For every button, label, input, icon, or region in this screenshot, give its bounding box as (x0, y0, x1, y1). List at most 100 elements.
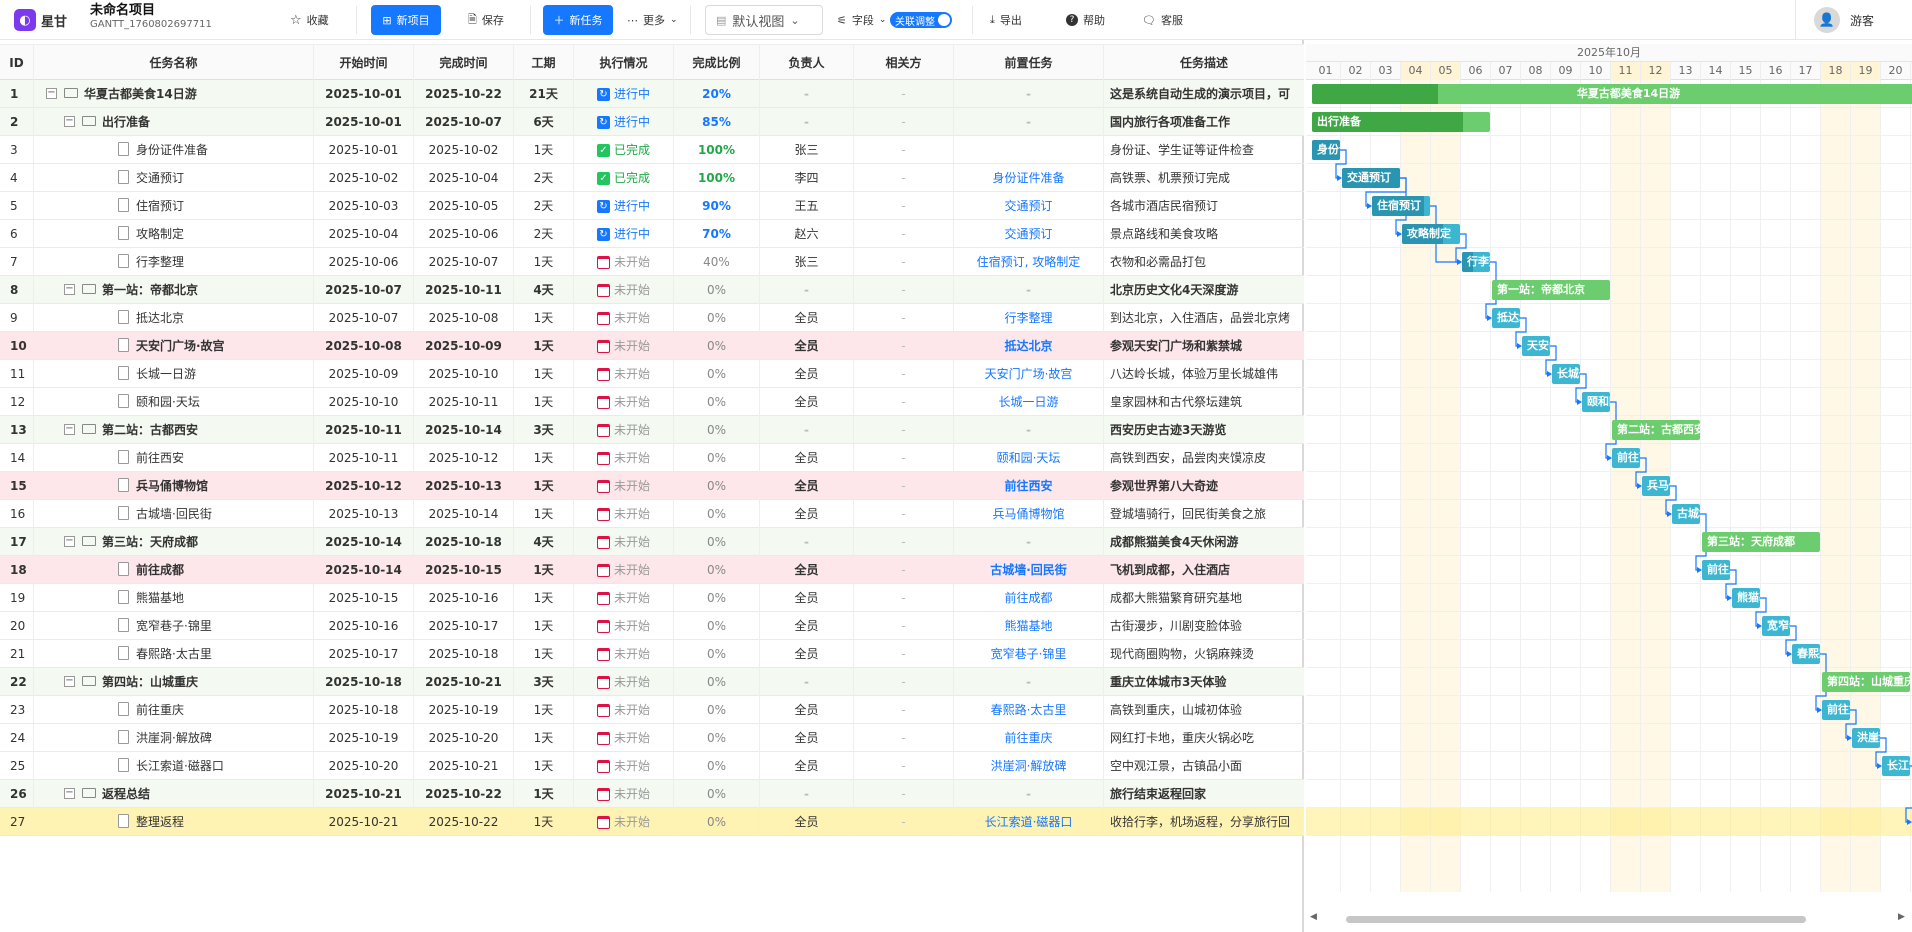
task-description[interactable]: 成都大熊猫繁育研究基地 (1104, 584, 1302, 612)
gantt-task-bar[interactable]: 住宿预订 (1372, 196, 1430, 216)
task-description[interactable]: 空中观江景，古镇品小面 (1104, 752, 1302, 780)
gantt-task-bar[interactable]: 前往重庆 (1822, 700, 1850, 720)
new-project-button[interactable]: ⊞ 新项目 (371, 5, 441, 35)
task-owner[interactable]: 王五 (760, 192, 854, 220)
task-predecessor[interactable]: - (954, 780, 1104, 808)
task-end[interactable]: 2025-10-15 (414, 556, 514, 584)
task-percent[interactable]: 85% (674, 108, 760, 136)
task-start[interactable]: 2025-10-01 (314, 136, 414, 164)
gantt-summary-bar[interactable]: 第二站：古都西安 (1612, 420, 1700, 440)
summary-task-row[interactable]: 8− 第一站：帝都北京 2025-10-07 2025-10-11 4天 未开始 0% - - -… (0, 276, 1304, 304)
task-name-cell[interactable]: 洪崖洞·解放碑 (34, 724, 314, 752)
task-row[interactable]: 27 整理返程 2025-10-21 2025-10-22 1天 未开始 0% 全员 - 长江索道… (0, 808, 1304, 836)
task-predecessor[interactable]: 兵马俑博物馆 (954, 500, 1104, 528)
task-start[interactable]: 2025-10-11 (314, 444, 414, 472)
col-header-name[interactable]: 任务名称 (34, 45, 314, 81)
summary-task-row[interactable]: 26− 返程总结 2025-10-21 2025-10-22 1天 未开始 0% - - - 旅行结… (0, 780, 1304, 808)
task-status[interactable]: 未开始 (574, 780, 674, 808)
summary-task-row[interactable]: 22− 第四站：山城重庆 2025-10-18 2025-10-21 3天 未开始 0% - -… (0, 668, 1304, 696)
task-duration[interactable]: 1天 (514, 248, 574, 276)
task-start[interactable]: 2025-10-07 (314, 304, 414, 332)
task-stakeholder[interactable]: - (854, 360, 954, 388)
task-end[interactable]: 2025-10-08 (414, 304, 514, 332)
task-status[interactable]: 未开始 (574, 472, 674, 500)
gantt-horizontal-scrollbar[interactable]: ◀ ▶ (1306, 912, 1912, 926)
task-predecessor[interactable]: 宽窄巷子·锦里 (954, 640, 1104, 668)
gantt-task-bar[interactable]: 长城一日游 (1552, 364, 1580, 384)
task-predecessor[interactable]: 前往重庆 (954, 724, 1104, 752)
task-name-cell[interactable]: − 华夏古都美食14日游 (34, 80, 314, 108)
task-description[interactable]: 参观天安门广场和紫禁城 (1104, 332, 1302, 360)
collapse-toggle-icon[interactable]: − (64, 676, 75, 687)
task-stakeholder[interactable]: - (854, 472, 954, 500)
task-duration[interactable]: 2天 (514, 164, 574, 192)
gantt-task-bar[interactable]: 颐和园·天坛 (1582, 392, 1610, 412)
gantt-task-bar[interactable]: 前往成都 (1702, 560, 1730, 580)
task-stakeholder[interactable]: - (854, 696, 954, 724)
new-task-button[interactable]: ＋ 新任务 (543, 5, 613, 35)
task-status[interactable]: 未开始 (574, 276, 674, 304)
task-row[interactable]: 12 颐和园·天坛 2025-10-10 2025-10-11 1天 未开始 0% 全员 - 长城… (0, 388, 1304, 416)
task-start[interactable]: 2025-10-13 (314, 500, 414, 528)
task-owner[interactable]: 全员 (760, 360, 854, 388)
task-stakeholder[interactable]: - (854, 612, 954, 640)
task-stakeholder[interactable]: - (854, 528, 954, 556)
gantt-task-bar[interactable]: 交通预订 (1342, 168, 1400, 188)
task-name-cell[interactable]: 颐和园·天坛 (34, 388, 314, 416)
task-name-cell[interactable]: 长城一日游 (34, 360, 314, 388)
collapse-toggle-icon[interactable]: − (64, 424, 75, 435)
collapse-toggle-icon[interactable]: − (64, 116, 75, 127)
task-predecessor[interactable]: 古城墙·回民街 (954, 556, 1104, 584)
task-end[interactable]: 2025-10-20 (414, 724, 514, 752)
task-stakeholder[interactable]: - (854, 220, 954, 248)
task-duration[interactable]: 1天 (514, 332, 574, 360)
task-name-cell[interactable]: 抵达北京 (34, 304, 314, 332)
task-description[interactable]: 景点路线和美食攻略 (1104, 220, 1302, 248)
task-owner[interactable]: - (760, 416, 854, 444)
task-row[interactable]: 10 天安门广场·故宫 2025-10-08 2025-10-09 1天 未开始 0% 全员 -… (0, 332, 1304, 360)
task-name-cell[interactable]: 宽窄巷子·锦里 (34, 612, 314, 640)
task-status[interactable]: 未开始 (574, 752, 674, 780)
task-row[interactable]: 19 熊猫基地 2025-10-15 2025-10-16 1天 未开始 0% 全员 - 前往成都… (0, 584, 1304, 612)
task-stakeholder[interactable]: - (854, 668, 954, 696)
task-predecessor[interactable]: 交通预订 (954, 192, 1104, 220)
task-predecessor[interactable]: 交通预订 (954, 220, 1104, 248)
collapse-toggle-icon[interactable]: − (64, 284, 75, 295)
task-duration[interactable]: 1天 (514, 388, 574, 416)
task-end[interactable]: 2025-10-06 (414, 220, 514, 248)
task-start[interactable]: 2025-10-14 (314, 528, 414, 556)
gantt-task-bar[interactable]: 天安门广场·故宫 (1522, 336, 1550, 356)
gantt-summary-bar[interactable]: 第三站：天府成都 (1702, 532, 1820, 552)
task-description[interactable]: 高铁票、机票预订完成 (1104, 164, 1302, 192)
task-row[interactable]: 15 兵马俑博物馆 2025-10-12 2025-10-13 1天 未开始 0% 全员 - 前往… (0, 472, 1304, 500)
task-row[interactable]: 3 身份证件准备 2025-10-01 2025-10-02 1天 ✓ 已完成 100% 张三 -… (0, 136, 1304, 164)
task-owner[interactable]: 张三 (760, 248, 854, 276)
scroll-right-icon[interactable]: ▶ (1898, 912, 1905, 922)
task-start[interactable]: 2025-10-21 (314, 780, 414, 808)
task-stakeholder[interactable]: - (854, 724, 954, 752)
task-stakeholder[interactable]: - (854, 500, 954, 528)
task-percent[interactable]: 20% (674, 80, 760, 108)
task-percent[interactable]: 0% (674, 444, 760, 472)
task-percent[interactable]: 0% (674, 304, 760, 332)
task-end[interactable]: 2025-10-02 (414, 136, 514, 164)
task-owner[interactable]: 全员 (760, 584, 854, 612)
task-description[interactable]: 网红打卡地，重庆火锅必吃 (1104, 724, 1302, 752)
task-start[interactable]: 2025-10-10 (314, 388, 414, 416)
task-end[interactable]: 2025-10-14 (414, 500, 514, 528)
col-header-id[interactable]: ID (0, 45, 34, 81)
task-percent[interactable]: 0% (674, 724, 760, 752)
scroll-left-icon[interactable]: ◀ (1310, 912, 1317, 922)
task-name-cell[interactable]: 身份证件准备 (34, 136, 314, 164)
task-status[interactable]: ✓ 已完成 (574, 136, 674, 164)
task-end[interactable]: 2025-10-22 (414, 780, 514, 808)
task-percent[interactable]: 40% (674, 248, 760, 276)
task-row[interactable]: 7 行李整理 2025-10-06 2025-10-07 1天 未开始 40% 张三 - 住宿预订… (0, 248, 1304, 276)
task-predecessor[interactable]: - (954, 668, 1104, 696)
task-end[interactable]: 2025-10-16 (414, 584, 514, 612)
task-description[interactable]: 身份证、学生证等证件检查 (1104, 136, 1302, 164)
task-owner[interactable]: 全员 (760, 752, 854, 780)
gantt-task-bar[interactable]: 春熙路·太古里 (1792, 644, 1820, 664)
task-stakeholder[interactable]: - (854, 276, 954, 304)
task-row[interactable]: 5 住宿预订 2025-10-03 2025-10-05 2天 ↻ 进行中 90% 王五 - 交通预… (0, 192, 1304, 220)
